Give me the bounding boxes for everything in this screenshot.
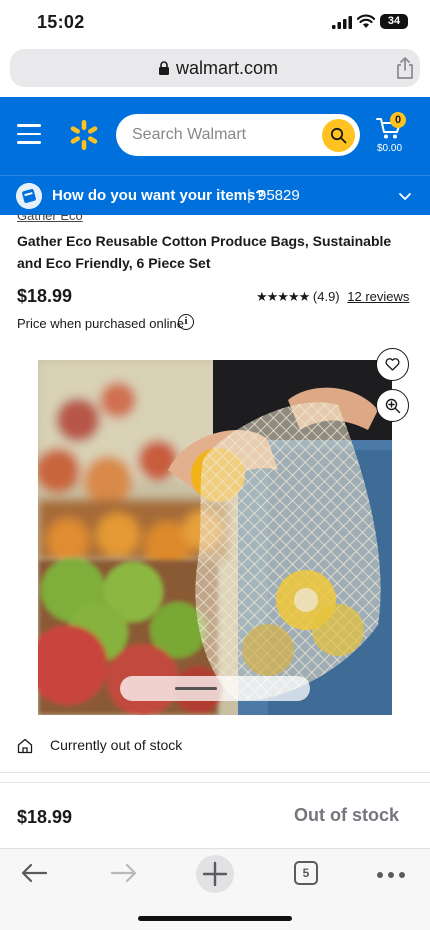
site-header: 0 $0.00	[0, 97, 430, 175]
lock-icon	[159, 61, 169, 75]
hamburger-icon[interactable]	[17, 124, 41, 144]
home-indicator	[138, 916, 292, 921]
sticky-price: $18.99	[17, 807, 73, 827]
delivery-icon	[16, 183, 42, 209]
rating-summary: ★★★★★ (4.9) 12 reviews	[256, 289, 409, 305]
product-image[interactable]	[38, 360, 392, 715]
store-icon	[17, 738, 33, 754]
more-icon[interactable]	[376, 868, 406, 879]
zoom-button[interactable]	[376, 389, 409, 422]
chevron-down-icon	[399, 193, 411, 200]
tabs-button[interactable]: 5	[294, 861, 318, 885]
sticky-purchase-bar: $18.99 Out of stock	[0, 782, 430, 848]
url-text: walmart.com	[176, 58, 279, 78]
heart-icon	[385, 358, 400, 371]
spark-icon[interactable]	[68, 119, 100, 151]
divider	[0, 772, 430, 773]
stock-status-text: Currently out of stock	[50, 737, 183, 753]
rating-value: (4.9)	[312, 289, 340, 304]
status-time: 15:02	[37, 12, 85, 32]
address-bar[interactable]: walmart.com	[10, 49, 420, 87]
zoom-in-icon	[385, 398, 401, 414]
cart-count-badge: 0	[390, 112, 406, 128]
star-rating-icon: ★★★★★	[256, 289, 310, 304]
out-of-stock-label: Out of stock	[294, 805, 400, 825]
plus-icon	[202, 861, 228, 887]
price-note: Price when purchased online	[17, 316, 184, 331]
carousel-position-bar	[175, 687, 217, 690]
reviews-link[interactable]: 12 reviews	[347, 289, 409, 304]
info-icon[interactable]: i	[178, 314, 194, 330]
delivery-question: How do you want your items?	[52, 187, 265, 204]
new-tab-button[interactable]	[196, 855, 234, 893]
share-icon[interactable]	[396, 57, 414, 79]
search-button[interactable]	[322, 119, 355, 152]
search-icon	[330, 127, 347, 144]
delivery-selector[interactable]: How do you want your items? | 95829	[0, 175, 430, 215]
image-carousel-indicator[interactable]	[120, 676, 310, 701]
cart-button[interactable]: 0 $0.00	[376, 112, 408, 154]
signal-icon	[332, 16, 352, 29]
back-arrow-icon[interactable]	[20, 862, 48, 884]
status-bar: 15:02 34	[0, 0, 430, 46]
wifi-icon	[357, 14, 375, 28]
battery-indicator: 34	[380, 14, 408, 29]
product-price: $18.99	[17, 286, 73, 306]
produce-bag-photo	[38, 360, 392, 715]
delivery-separator: |	[247, 187, 251, 204]
favorite-button[interactable]	[376, 348, 409, 381]
zip-code: 95829	[258, 187, 300, 204]
cart-total: $0.00	[377, 143, 403, 154]
forward-arrow-icon[interactable]	[110, 862, 138, 884]
product-title: Gather Eco Reusable Cotton Produce Bags,…	[17, 233, 392, 271]
